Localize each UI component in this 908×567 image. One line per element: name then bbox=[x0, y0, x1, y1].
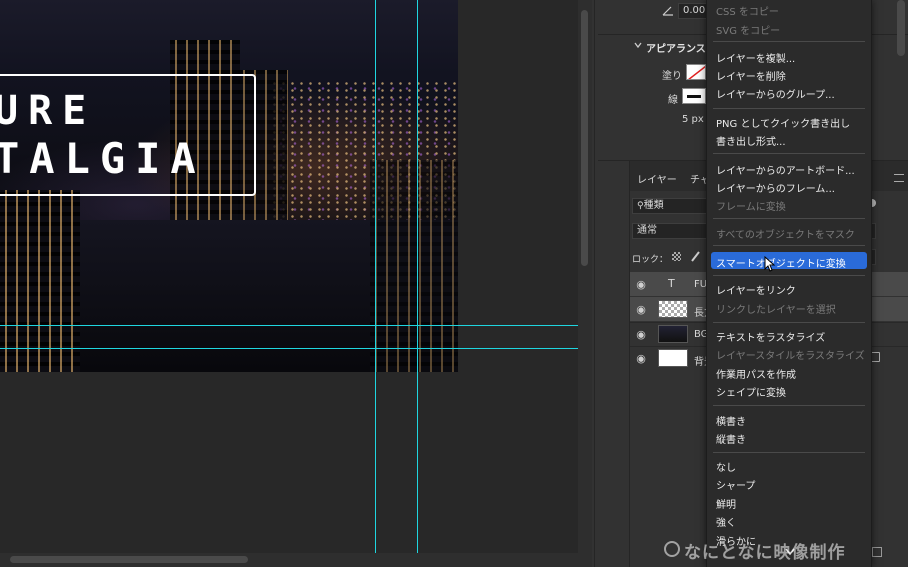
visibility-eye-icon[interactable]: ◉ bbox=[634, 353, 648, 364]
chevron-down-icon[interactable] bbox=[634, 41, 642, 49]
menu-item-duplicate-layer[interactable]: レイヤーを複製... bbox=[716, 50, 795, 65]
menu-separator bbox=[713, 108, 865, 109]
menu-item-delete-layer[interactable]: レイヤーを削除 bbox=[716, 68, 786, 83]
menu-item-copy-css: CSS をコピー bbox=[716, 7, 779, 18]
layer-thumbnail bbox=[658, 300, 688, 318]
menu-item-create-work-path[interactable]: 作業用パスを作成 bbox=[716, 366, 796, 381]
menu-separator bbox=[713, 245, 865, 246]
lock-label: ロック： bbox=[632, 255, 669, 265]
menu-item-frame-from-layers[interactable]: レイヤーからのフレーム... bbox=[716, 180, 835, 195]
layer-thumbnail bbox=[658, 349, 688, 367]
scroll-thumb[interactable] bbox=[581, 10, 588, 266]
horizontal-scrollbar[interactable] bbox=[0, 553, 578, 567]
tab-layers[interactable]: レイヤー bbox=[637, 171, 677, 186]
vertical-scrollbar[interactable] bbox=[578, 0, 592, 567]
brush-icon[interactable] bbox=[690, 250, 701, 262]
context-menu: CSS をコピー SVG をコピー レイヤーを複製... レイヤーを削除 レイヤ… bbox=[706, 0, 872, 567]
menu-item-rasterize-layer-style: レイヤースタイルをラスタライズ bbox=[716, 351, 865, 362]
layer-filter-field[interactable]: ⚲種類 bbox=[632, 198, 708, 214]
menu-item-mask-all-objects: すべてのオブジェクトをマスク bbox=[716, 230, 855, 241]
menu-item-antialias-none[interactable]: なし bbox=[716, 459, 736, 474]
stroke-swatch[interactable] bbox=[682, 88, 706, 104]
stroke-width-field[interactable]: 5 px bbox=[678, 113, 708, 129]
menu-item-link-layers[interactable]: レイヤーをリンク bbox=[716, 282, 796, 297]
menu-separator bbox=[713, 405, 865, 406]
guide-vertical[interactable] bbox=[375, 0, 376, 553]
visibility-eye-icon[interactable]: ◉ bbox=[634, 304, 648, 315]
visibility-eye-icon[interactable]: ◉ bbox=[634, 329, 648, 340]
menu-item-select-linked-layers: リンクしたレイヤーを選択 bbox=[716, 305, 836, 316]
blend-mode-select[interactable]: 通常 bbox=[632, 223, 708, 239]
menu-separator bbox=[713, 452, 865, 453]
guide-horizontal[interactable] bbox=[0, 348, 578, 349]
no-fill-icon bbox=[688, 65, 705, 79]
menu-separator bbox=[713, 41, 865, 42]
search-icon: ⚲ bbox=[637, 201, 644, 211]
watermark-logo-icon bbox=[664, 541, 680, 557]
trash-icon[interactable] bbox=[872, 547, 882, 557]
panel-menu-icon[interactable] bbox=[894, 174, 904, 182]
menu-item-copy-svg: SVG をコピー bbox=[716, 26, 781, 37]
menu-item-antialias-strong[interactable]: 強く bbox=[716, 514, 736, 529]
appearance-heading: アピアランス bbox=[646, 44, 706, 55]
menu-item-quick-export-png[interactable]: PNG としてクイック書き出し bbox=[716, 115, 850, 130]
menu-separator bbox=[713, 153, 865, 154]
menu-item-antialias-sharp[interactable]: シャープ bbox=[716, 477, 755, 492]
title-line-1[interactable]: URE bbox=[0, 88, 96, 134]
menu-separator bbox=[713, 322, 865, 323]
mouse-cursor-icon bbox=[764, 256, 776, 272]
scroll-thumb[interactable] bbox=[10, 556, 248, 563]
lock-transparency-icon[interactable] bbox=[672, 252, 681, 261]
building bbox=[370, 160, 458, 372]
document-canvas[interactable]: URE TALGIA bbox=[0, 0, 578, 567]
visibility-eye-icon[interactable]: ◉ bbox=[634, 279, 648, 290]
watermark-text: なにとなに映像制作 bbox=[684, 543, 846, 563]
panel-scrollbar[interactable] bbox=[897, 0, 905, 56]
menu-separator bbox=[713, 275, 865, 276]
menu-item-export-as[interactable]: 書き出し形式... bbox=[716, 133, 786, 148]
menu-item-antialias-crisp[interactable]: 鮮明 bbox=[716, 496, 736, 511]
title-line-2[interactable]: TALGIA bbox=[0, 134, 206, 183]
menu-item-artboard-from-layers[interactable]: レイヤーからのアートボード... bbox=[716, 162, 855, 177]
menu-item-group-from-layers[interactable]: レイヤーからのグループ... bbox=[716, 86, 835, 101]
guide-horizontal[interactable] bbox=[0, 325, 578, 326]
layer-thumbnail bbox=[658, 325, 688, 343]
menu-item-horizontal[interactable]: 横書き bbox=[716, 413, 746, 428]
menu-item-convert-to-shape[interactable]: シェイプに変換 bbox=[716, 384, 786, 399]
fill-label: 塗り bbox=[662, 71, 682, 82]
menu-item-convert-to-frame: フレームに変換 bbox=[716, 202, 786, 213]
menu-item-convert-to-smart-object[interactable]: スマートオブジェクトに変換 bbox=[716, 255, 846, 270]
guide-vertical[interactable] bbox=[417, 0, 418, 553]
fill-swatch[interactable] bbox=[686, 64, 706, 80]
filter-kind-label: 種類 bbox=[643, 200, 664, 211]
angle-icon bbox=[662, 6, 673, 16]
menu-item-vertical[interactable]: 縦書き bbox=[716, 431, 746, 446]
building bbox=[0, 190, 80, 372]
menu-item-rasterize-type[interactable]: テキストをラスタライズ bbox=[716, 329, 825, 344]
stroke-label: 線 bbox=[668, 95, 678, 106]
menu-separator bbox=[713, 218, 865, 219]
text-layer-icon: T bbox=[668, 277, 675, 290]
